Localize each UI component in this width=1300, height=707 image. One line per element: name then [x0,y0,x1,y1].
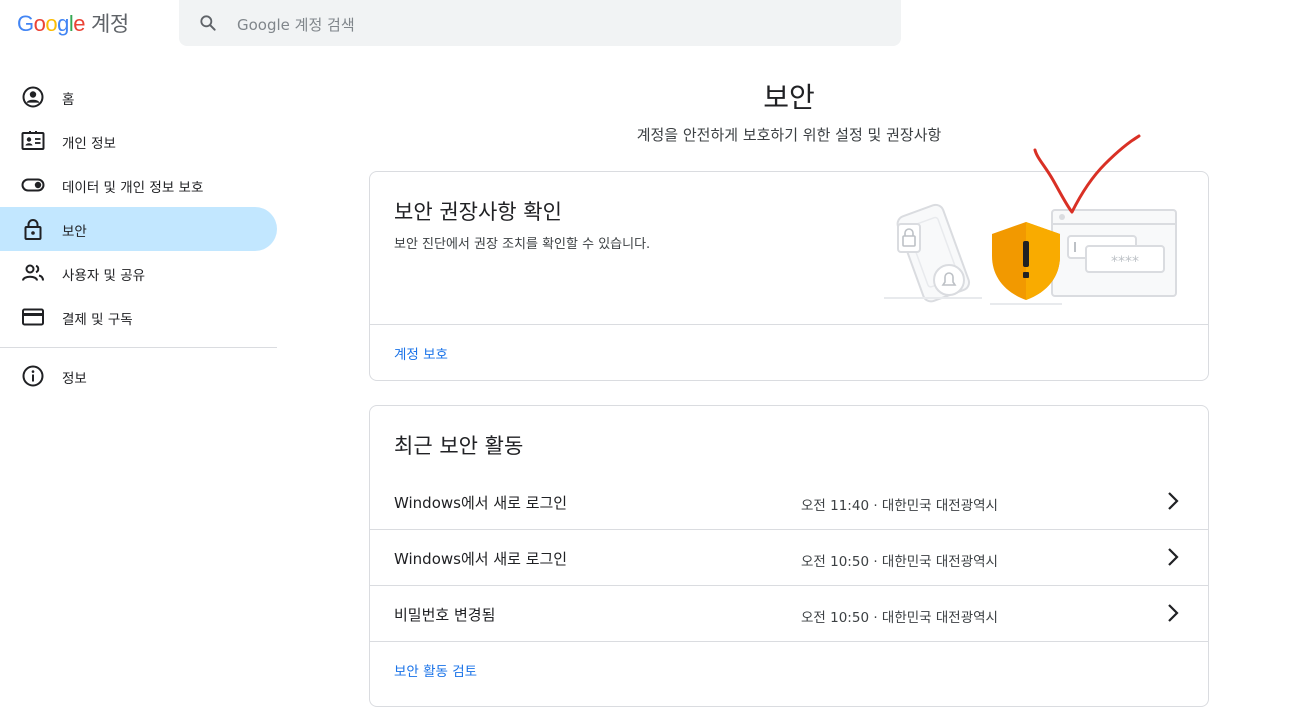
sidebar-item-label: 데이터 및 개인 정보 보호 [62,180,204,196]
row-divider [370,641,1208,642]
people-icon [22,264,44,281]
activity-event: Windows에서 새로 로그인 [394,494,568,512]
google-account-logo[interactable]: Google 계정 [17,8,129,38]
nav-divider [0,347,277,348]
chevron-right-icon [1168,492,1179,510]
toggle-icon [21,178,45,192]
sidebar-item-data-privacy[interactable]: 데이터 및 개인 정보 보호 [0,163,277,207]
activity-meta: 오전 10:50 · 대한민국 대전광역시 [801,610,998,626]
card-divider [370,324,1208,325]
sidebar-item-label: 결제 및 구독 [62,312,133,328]
chevron-right-icon [1168,604,1179,622]
search-icon[interactable] [198,13,218,33]
security-shield-warning-icon: **** [884,203,1177,305]
logo-letter: o [45,11,58,36]
search-bar[interactable]: Google 계정 검색 [179,0,901,46]
chevron-right-icon [1168,548,1179,566]
sidebar-item-label: 사용자 및 공유 [62,268,146,284]
page-subtitle: 계정을 안전하게 보호하기 위한 설정 및 권장사항 [636,126,942,144]
activity-row[interactable]: Windows에서 새로 로그인 오전 11:40 · 대한민국 대전광역시 [370,474,1208,530]
logo-letter: g [57,11,69,36]
sidebar-item-label: 정보 [62,371,87,387]
logo-letter: e [73,11,86,36]
card-description: 보안 진단에서 권장 조치를 확인할 수 있습니다. [394,237,651,252]
credit-card-icon [22,308,44,326]
sidebar-item-payments[interactable]: 결제 및 구독 [0,295,277,339]
card-title: 보안 권장사항 확인 [394,200,562,224]
card-title: 최근 보안 활동 [394,434,524,458]
header: Google 계정 Google 계정 검색 [0,0,1300,48]
info-icon [22,365,44,387]
protect-account-link[interactable]: 계정 보호 [394,343,448,363]
activity-event: Windows에서 새로 로그인 [394,550,568,568]
sidebar-item-about[interactable]: 정보 [0,354,277,398]
activity-meta: 오전 11:40 · 대한민국 대전광역시 [801,498,998,514]
search-input[interactable]: Google 계정 검색 [237,14,355,35]
activity-row[interactable]: Windows에서 새로 로그인 오전 10:50 · 대한민국 대전광역시 [370,530,1208,586]
lock-icon [24,219,42,240]
activity-event: 비밀번호 변경됨 [394,606,496,624]
activity-meta: 오전 10:50 · 대한민국 대전광역시 [801,554,998,570]
logo-letter: G [17,11,34,36]
review-security-activity-link[interactable]: 보안 활동 검토 [394,660,477,680]
page-title: 보안 [763,81,815,114]
activity-row[interactable]: 비밀번호 변경됨 오전 10:50 · 대한민국 대전광역시 [370,586,1208,642]
product-name: 계정 [91,12,129,36]
sidebar-item-security[interactable]: 보안 [0,207,277,251]
sidebar-item-people-sharing[interactable]: 사용자 및 공유 [0,251,277,295]
recent-security-activity-card: 최근 보안 활동 Windows에서 새로 로그인 오전 11:40 · 대한민… [369,405,1209,707]
sidebar-item-label: 보안 [62,224,87,240]
password-mask: **** [1111,254,1139,270]
security-recommendations-card: 보안 권장사항 확인 보안 진단에서 권장 조치를 확인할 수 있습니다. **… [369,171,1209,381]
logo-letter: o [33,11,46,36]
